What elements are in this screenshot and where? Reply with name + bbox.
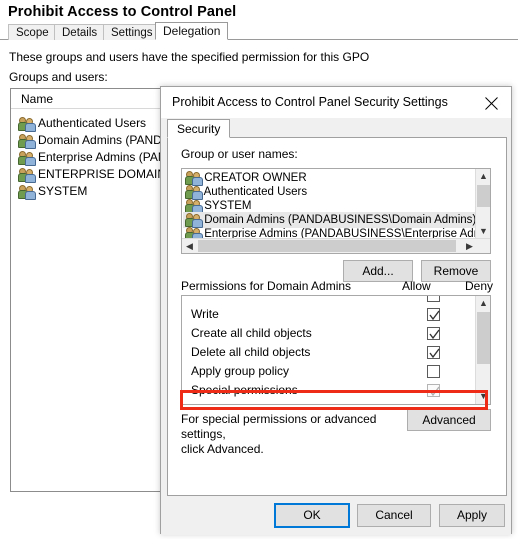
table-row[interactable]: Delete all child objects [182,343,476,361]
permission-name: Create all child objects [191,326,312,340]
groups-and-users-label: Groups and users: [9,70,108,84]
advanced-hint-line2: click Advanced. [181,442,264,456]
page-title: Prohibit Access to Control Panel [8,4,237,20]
list-item[interactable]: Enterprise Admins (PAND [18,149,176,166]
table-row-apply-group-policy[interactable]: Apply group policy [182,362,476,380]
table-row[interactable]: Special permissions [182,381,476,399]
tab-security[interactable]: Security [167,119,231,138]
group-icon [185,213,203,228]
permissions-for-label: Permissions for Domain Admins [181,279,352,293]
advanced-button[interactable]: Advanced [407,409,491,431]
allow-column-header: Allow [402,279,431,293]
advanced-hint-line1: For special permissions or advanced sett… [181,412,377,441]
list-item-label: Authenticated Users [203,186,308,198]
column-header-name: Name [21,92,54,106]
permissions-vertical-scrollbar[interactable]: ▲ ▼ [475,296,490,404]
tab-details[interactable]: Details [54,24,106,40]
deny-checkbox [490,384,491,397]
deny-checkbox[interactable] [490,295,491,302]
group-icon [185,171,203,186]
dialog-title: Prohibit Access to Control Panel Securit… [172,95,448,109]
deny-checkbox[interactable] [490,308,491,321]
allow-checkbox[interactable] [427,308,440,321]
list-item-label: CREATOR OWNER [204,172,307,184]
group-list-vertical-scrollbar[interactable]: ▲ ▼ [475,169,490,239]
dialog-tab-strip: Security [167,118,507,138]
delegation-description: These groups and users have the specifie… [9,50,370,64]
permission-name: Write [191,307,219,321]
scroll-down-icon[interactable]: ▼ [476,224,490,239]
list-item[interactable]: Domain Admins (PANDAI [18,132,174,149]
allow-checkbox[interactable] [427,346,440,359]
list-item-label: SYSTEM [204,200,252,212]
list-item[interactable]: SYSTEM [18,183,88,203]
list-item-label: Enterprise Admins (PAND [38,150,176,164]
list-item[interactable]: Authenticated Users [18,115,147,132]
security-tab-pane: Group or user names: CREATOR OWNER Authe… [167,138,507,496]
scrollbar-corner [477,239,490,253]
permission-name: Special permissions [191,383,298,397]
check-icon [429,386,440,397]
tab-delegation[interactable]: Delegation [155,22,229,40]
deny-checkbox[interactable] [490,365,491,378]
list-item[interactable]: ENTERPRISE DOMAIN [18,166,167,183]
scrollbar-thumb[interactable] [198,240,456,252]
deny-checkbox[interactable] [490,327,491,340]
scroll-left-icon[interactable]: ◀ [182,239,197,253]
check-icon [429,329,440,340]
table-row-partial[interactable] [182,296,476,304]
permissions-table[interactable]: Write Create all child objects Delete al… [181,295,491,405]
group-or-user-names-label: Group or user names: [181,147,298,161]
close-button[interactable] [471,87,511,117]
tab-scope[interactable]: Scope [8,24,57,40]
group-icon [185,185,203,200]
allow-checkbox[interactable] [427,365,440,378]
allow-checkbox[interactable] [427,296,440,302]
dialog-title-bar[interactable]: Prohibit Access to Control Panel Securit… [161,87,511,118]
scroll-up-icon[interactable]: ▲ [476,169,490,184]
dialog-footer: OK Cancel Apply [161,496,511,535]
check-icon [429,348,440,359]
list-item-label: Authenticated Users [38,116,147,130]
dialog-body: Security Group or user names: CREATOR OW… [161,118,511,535]
security-settings-dialog: Prohibit Access to Control Panel Securit… [160,86,512,535]
list-item-label: Domain Admins (PANDABUSINESS\Domain Admi… [204,214,477,226]
allow-checkbox [427,384,440,397]
ok-button[interactable]: OK [274,503,350,528]
group-icon [18,185,36,203]
deny-column-header: Deny [465,279,494,293]
scrollbar-thumb[interactable] [477,185,490,207]
permission-name: Delete all child objects [191,345,311,359]
group-list-horizontal-scrollbar[interactable]: ◀ ▶ [182,238,490,253]
tab-settings[interactable]: Settings [103,24,161,40]
deny-checkbox[interactable] [490,346,491,359]
list-item-label: ENTERPRISE DOMAIN [38,167,167,181]
cancel-button[interactable]: Cancel [357,504,431,527]
group-or-user-names-list[interactable]: CREATOR OWNER Authenticated Users SYSTEM… [181,168,491,254]
scrollbar-thumb[interactable] [477,312,490,364]
scroll-up-icon[interactable]: ▲ [476,296,490,311]
table-row[interactable]: Write [182,305,476,323]
group-icon [185,199,203,214]
allow-checkbox[interactable] [427,327,440,340]
list-item-label: Domain Admins (PANDAI [38,133,174,147]
list-item-label: SYSTEM [38,184,88,198]
apply-button[interactable]: Apply [439,504,505,527]
scroll-down-icon[interactable]: ▼ [476,389,490,404]
table-row[interactable]: Create all child objects [182,324,476,342]
permission-name: Apply group policy [191,364,290,378]
advanced-hint: For special permissions or advanced sett… [181,412,381,457]
main-tab-strip: Scope Details Settings Delegation [0,22,518,40]
scroll-right-icon[interactable]: ▶ [462,239,477,253]
check-icon [429,310,440,321]
close-icon [485,97,498,110]
